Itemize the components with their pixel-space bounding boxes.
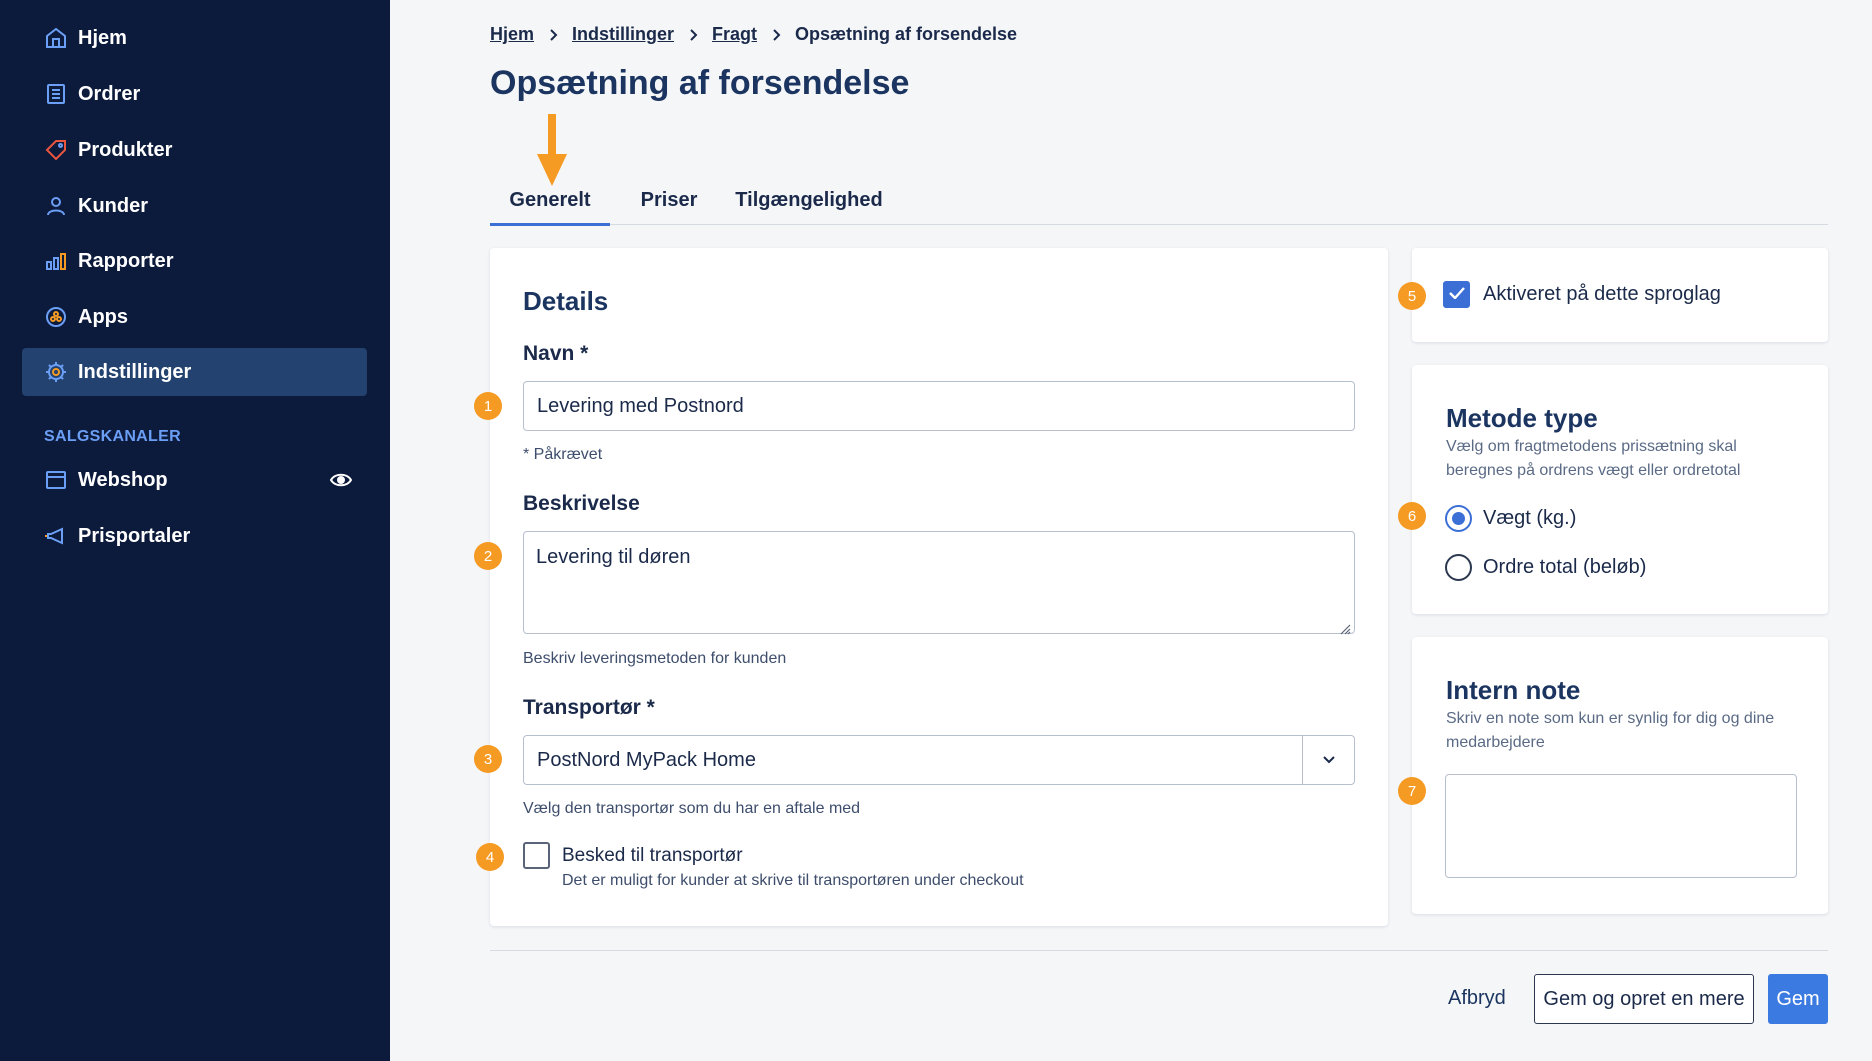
- breadcrumb-current: Opsætning af forsendelse: [795, 24, 1018, 44]
- sidebar-item-indstillinger[interactable]: Indstillinger: [22, 348, 367, 396]
- breadcrumb: Hjem Indstillinger Fragt Opsætning af fo…: [490, 24, 1017, 45]
- sidebar-item-apps[interactable]: Apps: [22, 293, 367, 341]
- message-checkbox[interactable]: [523, 842, 550, 869]
- save-button[interactable]: Gem: [1768, 974, 1828, 1024]
- name-help: * Påkrævet: [523, 446, 603, 463]
- radio-order-total-label: Ordre total (beløb): [1483, 556, 1647, 578]
- chevron-down-icon[interactable]: [1302, 736, 1354, 784]
- tab-generelt[interactable]: Generelt: [490, 180, 610, 226]
- user-icon: [42, 192, 70, 220]
- method-desc: Vælg om fragtmetodens prissætning skal b…: [1446, 438, 1741, 479]
- sidebar-item-label: Apps: [78, 305, 128, 328]
- step-badge-7: 7: [1398, 777, 1426, 805]
- note-desc: Skriv en note som kun er synlig for dig …: [1446, 710, 1775, 751]
- megaphone-icon: [42, 522, 70, 550]
- breadcrumb-link-indstillinger[interactable]: Indstillinger: [572, 24, 674, 45]
- gear-icon: [42, 358, 70, 386]
- message-label: Besked til transportør: [562, 845, 743, 866]
- chevron-right-icon: [688, 28, 698, 41]
- name-label: Navn *: [523, 342, 589, 365]
- apps-icon: [42, 303, 70, 331]
- sidebar-item-label: Webshop: [78, 468, 168, 491]
- sidebar-item-label: Hjem: [78, 26, 127, 49]
- sidebar-item-webshop[interactable]: Webshop: [22, 456, 367, 504]
- cancel-button[interactable]: Afbryd: [1448, 987, 1506, 1010]
- tab-priser[interactable]: Priser: [626, 180, 712, 225]
- breadcrumb-link-hjem[interactable]: Hjem: [490, 24, 534, 45]
- details-card: Details Navn * Levering med Postnord * P…: [490, 248, 1388, 926]
- save-and-new-button[interactable]: Gem og opret en mere: [1534, 974, 1754, 1024]
- home-icon: [42, 24, 70, 52]
- sidebar-item-label: Kunder: [78, 194, 148, 217]
- description-help: Beskriv leveringsmetoden for kunden: [523, 650, 787, 667]
- bar-chart-icon: [42, 247, 70, 275]
- tab-tilgaengelighed[interactable]: Tilgængelighed: [724, 180, 894, 225]
- step-badge-3: 3: [474, 745, 502, 773]
- language-card: Aktiveret på dette sproglag: [1412, 248, 1828, 342]
- note-card: Intern note Skriv en note som kun er syn…: [1412, 637, 1828, 914]
- radio-order-total[interactable]: [1445, 554, 1472, 581]
- description-value: Levering til døren: [536, 546, 691, 568]
- note-textarea[interactable]: [1445, 774, 1797, 878]
- note-title: Intern note: [1446, 675, 1581, 705]
- language-checkbox[interactable]: [1443, 281, 1470, 308]
- sidebar-item-rapporter[interactable]: Rapporter: [22, 237, 367, 285]
- page-title: Opsætning af forsendelse: [490, 64, 910, 102]
- resize-handle-icon[interactable]: [1339, 618, 1351, 635]
- sidebar-item-label: Indstillinger: [78, 360, 192, 383]
- carrier-label: Transportør *: [523, 696, 655, 719]
- step-badge-1: 1: [474, 392, 502, 420]
- sidebar-item-label: Ordrer: [78, 82, 141, 105]
- sidebar-item-label: Produkter: [78, 138, 173, 161]
- radio-weight-label: Vægt (kg.): [1483, 507, 1577, 529]
- sidebar-item-prisportaler[interactable]: Prisportaler: [22, 512, 367, 560]
- chevron-right-icon: [771, 28, 781, 41]
- details-title: Details: [523, 286, 609, 316]
- sidebar-item-label: Rapporter: [78, 249, 174, 272]
- step-badge-5: 5: [1398, 282, 1426, 310]
- breadcrumb-link-fragt[interactable]: Fragt: [712, 24, 757, 45]
- tag-icon: [42, 136, 70, 164]
- sidebar-item-produkter[interactable]: Produkter: [22, 126, 367, 174]
- section-label-salgskanaler: SALGSKANALER: [44, 428, 181, 445]
- footer-divider: [490, 950, 1828, 951]
- sidebar: Hjem Ordrer Produkter Kunder Rapporter A…: [0, 0, 390, 1061]
- store-icon: [42, 466, 70, 494]
- description-textarea[interactable]: Levering til døren: [523, 531, 1355, 635]
- message-help: Det er muligt for kunder at skrive til t…: [562, 872, 1024, 889]
- orders-icon: [42, 80, 70, 108]
- step-badge-6: 6: [1398, 502, 1426, 530]
- step-badge-2: 2: [474, 542, 502, 570]
- arrow-down-icon: [535, 114, 569, 188]
- carrier-select[interactable]: PostNord MyPack Home: [523, 735, 1355, 785]
- step-badge-4: 4: [476, 843, 504, 871]
- eye-icon[interactable]: [329, 468, 353, 492]
- sidebar-item-hjem[interactable]: Hjem: [22, 14, 367, 62]
- method-title: Metode type: [1446, 403, 1598, 433]
- carrier-help: Vælg den transportør som du har en aftal…: [523, 800, 861, 817]
- method-card: Metode type Vælg om fragtmetodens prissæ…: [1412, 365, 1828, 614]
- name-input[interactable]: Levering med Postnord: [523, 381, 1355, 431]
- radio-weight[interactable]: [1445, 505, 1472, 532]
- sidebar-item-label: Prisportaler: [78, 524, 191, 547]
- carrier-value: PostNord MyPack Home: [537, 748, 756, 771]
- language-label: Aktiveret på dette sproglag: [1483, 283, 1721, 305]
- sidebar-item-kunder[interactable]: Kunder: [22, 182, 367, 230]
- sidebar-item-ordrer[interactable]: Ordrer: [22, 70, 367, 118]
- description-label: Beskrivelse: [523, 492, 640, 515]
- chevron-right-icon: [548, 28, 558, 41]
- tab-bar: Generelt Priser Tilgængelighed: [490, 180, 1828, 226]
- check-icon: [1448, 286, 1465, 304]
